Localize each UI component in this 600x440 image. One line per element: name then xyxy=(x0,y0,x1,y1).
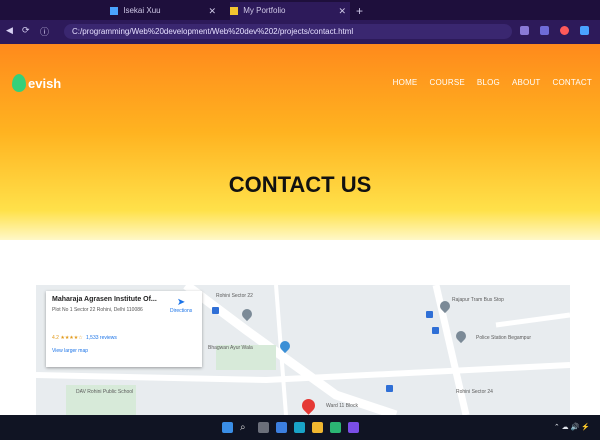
map-label: Bhagwan Ayur Wala xyxy=(208,345,253,351)
extension-icon[interactable] xyxy=(520,26,529,35)
nav-course[interactable]: COURSE xyxy=(429,78,464,87)
reviews-link[interactable]: 1,533 reviews xyxy=(86,335,117,341)
new-tab-button[interactable]: + xyxy=(356,2,368,20)
tab-favicon-icon xyxy=(110,6,118,15)
url-input[interactable]: C:/programming/Web%20development/Web%20d… xyxy=(64,24,512,39)
explorer-icon[interactable] xyxy=(312,422,323,433)
site-logo[interactable]: evish xyxy=(12,74,61,92)
place-address: Plot No 1 Sector 22 Rohini, Delhi 110086 xyxy=(52,307,143,313)
logo-drop-icon xyxy=(12,74,26,92)
browser-tab-portfolio[interactable]: My Portfolio ✕ xyxy=(230,2,350,20)
search-icon[interactable]: ⌕ xyxy=(240,422,251,433)
map-poi-icon[interactable] xyxy=(426,311,433,318)
nav-home[interactable]: HOME xyxy=(393,78,418,87)
back-icon[interactable]: ◀ xyxy=(6,25,13,36)
browser-tab-isekai[interactable]: Isekai Xuu ✕ xyxy=(110,2,220,20)
nav-contact[interactable]: CONTACT xyxy=(553,78,592,87)
menu-icon[interactable] xyxy=(580,26,589,35)
reload-icon[interactable]: ⟳ xyxy=(22,25,30,36)
os-taskbar: ⌕ ⌃ ☁ 🔊 ⚡ xyxy=(0,415,600,440)
tab-favicon-icon xyxy=(230,6,238,15)
place-rating: 4.2 ★★★★☆ xyxy=(52,335,83,341)
map-label: Ward 11 Block xyxy=(326,403,358,409)
view-larger-map-link[interactable]: View larger map xyxy=(52,348,88,354)
start-icon[interactable] xyxy=(222,422,233,433)
map-poi-icon[interactable] xyxy=(212,307,219,314)
directions-icon: ➤ xyxy=(176,297,186,308)
close-tab-icon[interactable]: ✕ xyxy=(338,2,346,20)
map-poi-icon[interactable] xyxy=(432,327,439,334)
directions-label: Directions xyxy=(170,308,193,314)
vscode-icon[interactable] xyxy=(348,422,359,433)
map-poi-icon[interactable] xyxy=(386,385,393,392)
map-info-card: Maharaja Agrasen Institute Of... Plot No… xyxy=(46,291,202,367)
info-icon[interactable]: ⓘ xyxy=(40,25,49,38)
logo-text: evish xyxy=(28,75,62,91)
tab-label: Isekai Xuu xyxy=(123,6,161,15)
browser-address-bar: ◀ ⟳ ⓘ C:/programming/Web%20development/W… xyxy=(0,20,600,44)
nav-about[interactable]: ABOUT xyxy=(512,78,541,87)
store-icon[interactable] xyxy=(276,422,287,433)
place-name: Maharaja Agrasen Institute Of... xyxy=(52,296,157,303)
map-label: DAV Rohini Public School xyxy=(76,389,134,395)
map-label: Rohini Sector 22 xyxy=(216,293,253,299)
system-tray[interactable]: ⌃ ☁ 🔊 ⚡ xyxy=(554,423,590,431)
tab-label: My Portfolio xyxy=(243,6,286,15)
map-label: Rohini Sector 24 xyxy=(456,389,493,395)
profile-icon[interactable] xyxy=(560,26,569,35)
extension-icon[interactable] xyxy=(540,26,549,35)
site-nav: HOME COURSE BLOG ABOUT CONTACT xyxy=(393,78,592,87)
map-label: Rajapur Tram Bus Stop xyxy=(452,297,504,303)
hero-section xyxy=(0,44,600,240)
task-view-icon[interactable] xyxy=(258,422,269,433)
spacer xyxy=(0,240,600,285)
map-label: Police Station Begampur xyxy=(476,335,532,341)
browser-tab-bar: Isekai Xuu ✕ My Portfolio ✕ + xyxy=(0,0,600,20)
page-title: CONTACT US xyxy=(228,172,372,197)
directions-button[interactable]: ➤ Directions xyxy=(170,297,192,314)
nav-blog[interactable]: BLOG xyxy=(477,78,500,87)
close-tab-icon[interactable]: ✕ xyxy=(208,2,216,20)
chrome-icon[interactable] xyxy=(330,422,341,433)
edge-icon[interactable] xyxy=(294,422,305,433)
